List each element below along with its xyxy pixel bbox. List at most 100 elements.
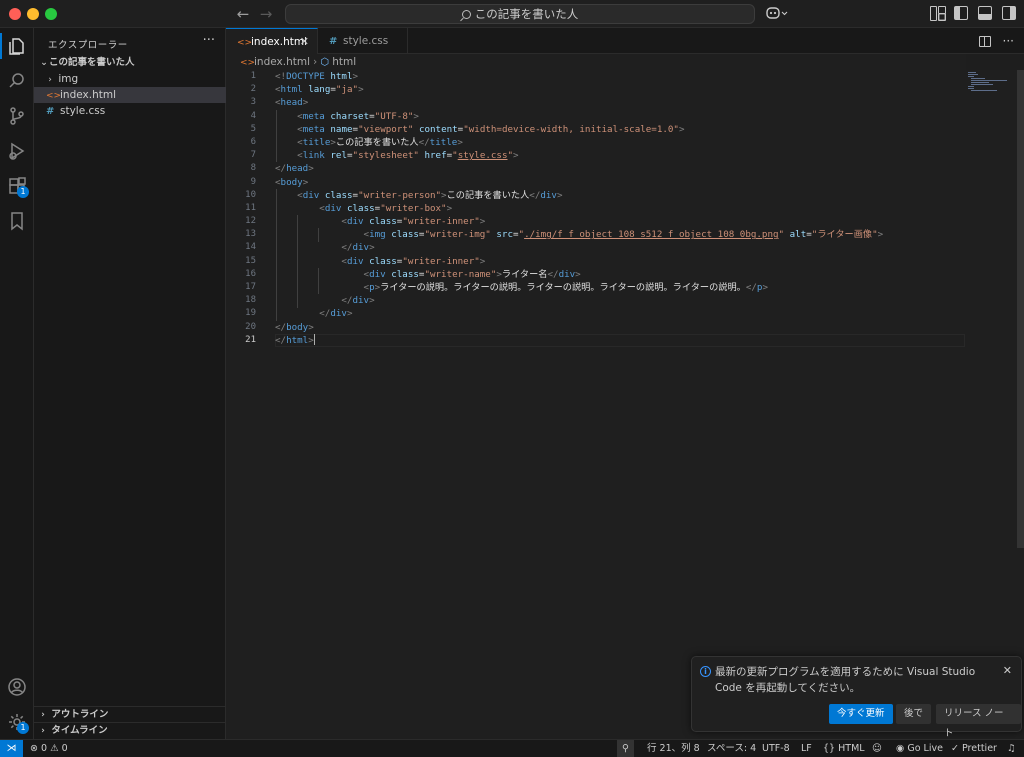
language-label: HTML <box>838 743 865 754</box>
line-number: 8 <box>250 163 256 174</box>
code-line: <!DOCTYPE html> <box>275 71 359 82</box>
prettier-button[interactable]: ✓ Prettier <box>951 740 997 757</box>
error-icon: ⊗ <box>30 743 38 754</box>
close-icon[interactable]: ✕ <box>1003 664 1012 677</box>
line-number: 18 <box>245 295 256 306</box>
forward-arrow-icon[interactable]: → <box>257 5 275 23</box>
tree-item-label: style.css <box>60 105 106 117</box>
source-control-icon[interactable] <box>0 99 34 133</box>
release-notes-button[interactable]: リリース ノート <box>936 704 1021 739</box>
window-title: この記事を書いた人 <box>474 7 579 21</box>
tab-style-css[interactable]: # style.css <box>318 28 408 54</box>
tab-index-html[interactable]: <>index.html ✕ <box>226 28 318 54</box>
workspace-folder[interactable]: ⌄この記事を書いた人 <box>34 55 226 71</box>
more-actions-icon[interactable]: ··· <box>1003 34 1014 48</box>
code-line: </head> <box>275 163 314 175</box>
tree-item-img[interactable]: › img <box>34 71 226 87</box>
cursor-position[interactable]: 行 21、列 8 <box>647 740 700 757</box>
toggle-panel-icon[interactable] <box>978 6 992 20</box>
line-number: 13 <box>245 229 256 240</box>
code-line-current: </html> <box>275 333 965 347</box>
title-bar: ← → この記事を書いた人 <box>0 0 1024 28</box>
code-area[interactable]: <!DOCTYPE html> <html lang="ja"> <head> … <box>275 70 965 347</box>
go-live-label: Go Live <box>907 743 943 754</box>
line-number: 20 <box>245 321 256 332</box>
status-bar: ⋊ ⊗ 0 ⚠ 0 ⚲ 行 21、列 8 スペース: 4 UTF-8 LF {}… <box>0 739 1024 757</box>
breadcrumb-symbol[interactable]: html <box>332 56 356 68</box>
breadcrumb-file[interactable]: index.html <box>254 56 310 68</box>
zoom-icon[interactable]: ⚲ <box>617 740 634 757</box>
account-icon[interactable] <box>0 670 34 704</box>
bookmark-icon[interactable] <box>0 204 34 238</box>
chevron-right-icon: › <box>41 710 45 720</box>
folder-label: この記事を書いた人 <box>49 57 135 68</box>
minimize-window-button[interactable] <box>27 8 39 20</box>
customize-layout-icon[interactable] <box>930 6 946 21</box>
extensions-icon[interactable]: 1 <box>0 169 34 203</box>
broadcast-icon: ◉ <box>896 743 905 754</box>
later-button[interactable]: 後で <box>896 704 932 724</box>
close-window-button[interactable] <box>9 8 21 20</box>
editor-tabs: <>index.html ✕ # style.css ··· <box>226 28 1024 54</box>
chevron-right-icon: › <box>41 726 45 736</box>
indentation[interactable]: スペース: 4 <box>707 740 756 757</box>
close-icon[interactable]: ✕ <box>300 29 309 55</box>
command-center-search[interactable]: この記事を書いた人 <box>285 4 755 24</box>
notifications-bell-icon[interactable]: ♫ <box>1007 740 1016 757</box>
code-editor[interactable]: 1 2 3 4 5 6 7 8 9 10 11 12 13 14 15 16 17 18 19 20 21 <!DOCT… <box>226 70 1024 739</box>
explorer-icon[interactable] <box>0 29 34 63</box>
tab-label: index.html <box>251 36 307 48</box>
outline-section[interactable]: › アウトライン <box>34 706 226 722</box>
copilot-status-icon[interactable]: ☺ <box>872 740 882 757</box>
split-editor-icon[interactable] <box>978 36 991 47</box>
run-debug-icon[interactable] <box>0 134 34 168</box>
language-mode[interactable]: {} HTML <box>823 740 865 757</box>
problems-indicator[interactable]: ⊗ 0 ⚠ 0 <box>30 740 68 757</box>
remote-indicator-icon[interactable]: ⋊ <box>0 740 23 757</box>
minimap[interactable] <box>966 70 1016 110</box>
code-line: </div> <box>341 242 375 254</box>
chevron-right-icon: › <box>48 75 52 85</box>
text-cursor <box>313 333 315 345</box>
timeline-section[interactable]: › タイムライン <box>34 722 226 738</box>
search-icon <box>461 10 471 19</box>
vertical-scrollbar[interactable] <box>1017 70 1024 548</box>
settings-gear-icon[interactable]: 1 <box>0 705 34 739</box>
tree-item-style-css[interactable]: # style.css <box>34 103 226 119</box>
back-arrow-icon[interactable]: ← <box>234 5 252 23</box>
breadcrumb: <>index.html › ⬡ html <box>226 54 966 70</box>
maximize-window-button[interactable] <box>45 8 57 20</box>
line-number: 6 <box>250 136 256 147</box>
html-file-icon: <> <box>46 91 62 101</box>
line-number: 5 <box>250 123 256 134</box>
timeline-label: タイムライン <box>51 725 108 736</box>
go-live-button[interactable]: ◉ Go Live <box>896 740 943 757</box>
update-now-button[interactable]: 今すぐ更新 <box>829 704 893 724</box>
code-line: </body> <box>275 321 314 333</box>
tree-item-index-html[interactable]: <>index.html <box>34 87 226 103</box>
line-number: 15 <box>245 255 256 266</box>
encoding[interactable]: UTF-8 <box>762 740 790 757</box>
warning-icon: ⚠ <box>50 743 59 754</box>
tree-item-label: index.html <box>60 89 116 101</box>
code-line: </div> <box>341 295 375 307</box>
search-icon[interactable] <box>0 64 34 98</box>
line-number: 2 <box>250 84 256 95</box>
line-number: 3 <box>250 97 256 108</box>
code-line: <p>ライターの説明。ライターの説明。ライターの説明。ライターの説明。ライターの… <box>363 282 768 293</box>
toggle-secondary-sidebar-icon[interactable] <box>1002 6 1016 20</box>
line-number: 21 <box>245 334 256 345</box>
extensions-badge: 1 <box>17 186 29 198</box>
line-number: 19 <box>245 308 256 319</box>
chevron-right-icon: › <box>312 56 318 68</box>
line-number: 12 <box>245 216 256 227</box>
end-of-line[interactable]: LF <box>801 740 812 757</box>
toggle-primary-sidebar-icon[interactable] <box>954 6 968 20</box>
line-number: 14 <box>245 242 256 253</box>
more-actions-icon[interactable]: ··· <box>203 33 215 48</box>
code-line: <head> <box>275 97 309 109</box>
braces-icon: {} <box>823 743 836 754</box>
copilot-icon[interactable] <box>766 6 792 22</box>
update-notification: i 最新の更新プログラムを適用するために Visual Studio Code … <box>691 656 1022 739</box>
chevron-down-icon: ⌄ <box>40 58 48 68</box>
